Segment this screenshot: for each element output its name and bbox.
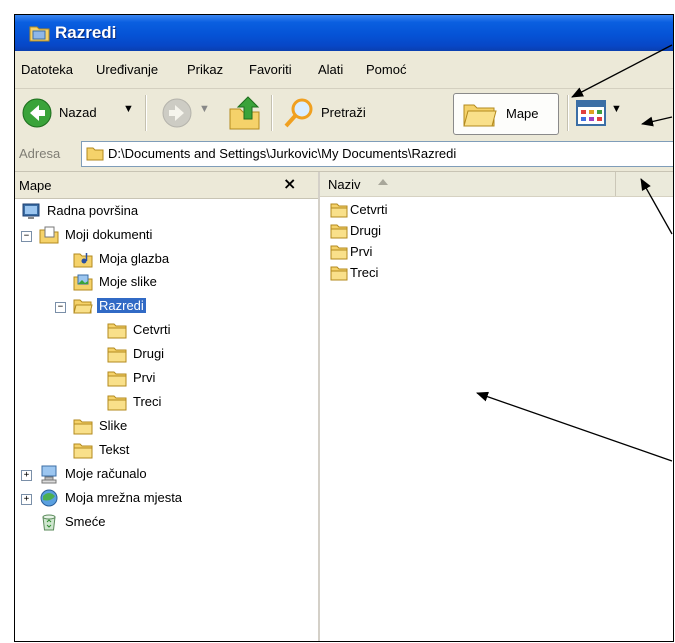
documents-folder-icon — [39, 225, 59, 248]
folders-icon — [462, 99, 498, 133]
folder-icon — [107, 368, 127, 391]
list-item-label: Treci — [350, 265, 379, 280]
toolbar-separator — [567, 95, 569, 131]
title-bar[interactable]: Razredi — [15, 15, 673, 51]
tree-item-label: Moja glazba — [99, 251, 170, 266]
folder-icon — [107, 392, 127, 415]
tree-item-label: Moje slike — [99, 274, 157, 289]
views-dropdown-icon[interactable]: ▼ — [611, 103, 622, 115]
folder-icon — [330, 265, 348, 284]
list-item-label: Prvi — [350, 244, 373, 259]
tree-item-label: Moje računalo — [65, 466, 147, 481]
folder-icon — [330, 202, 348, 221]
folders-label: Mape — [506, 106, 539, 121]
column-header-name[interactable]: Naziv — [320, 172, 616, 196]
back-arrow-icon — [22, 98, 52, 128]
forward-arrow-icon — [162, 98, 192, 128]
toolbar-separator — [271, 95, 273, 131]
folders-pane-header: Mape × — [15, 172, 318, 199]
address-bar: Adresa D:\Documents and Settings\Jurkovi… — [15, 137, 673, 172]
address-path[interactable]: D:\Documents and Settings\Jurkovic\My Do… — [108, 146, 456, 161]
recycle-bin-icon — [39, 512, 59, 535]
address-label: Adresa — [19, 146, 61, 161]
menu-favoriti[interactable]: Favoriti — [249, 62, 292, 77]
music-folder-icon — [73, 249, 93, 272]
tree-item-label: Drugi — [133, 346, 165, 361]
sort-ascending-icon — [378, 179, 388, 185]
folder-icon — [73, 416, 93, 439]
folder-icon — [330, 223, 348, 242]
menu-uredivanje[interactable]: Uređivanje — [96, 62, 158, 77]
search-button[interactable] — [283, 97, 315, 132]
folders-pane-title: Mape — [19, 178, 52, 193]
folder-icon — [107, 320, 127, 343]
folder-icon — [107, 344, 127, 367]
collapse-icon[interactable]: − — [55, 302, 66, 313]
back-label[interactable]: Nazad — [59, 105, 97, 120]
up-folder-button[interactable] — [228, 95, 262, 134]
folders-button[interactable]: Mape — [453, 93, 559, 135]
views-icon — [576, 100, 606, 126]
toolbar: Nazad ▼ ▼ Pretraži Mape ▼ — [15, 89, 673, 138]
open-folder-icon — [73, 296, 93, 319]
back-dropdown-icon[interactable]: ▼ — [123, 103, 134, 115]
desktop-icon — [21, 201, 41, 224]
tree-item-label: Moja mrežna mjesta — [65, 490, 183, 505]
menu-bar: Datoteka Uređivanje Prikaz Favoriti Alat… — [15, 51, 673, 89]
expand-icon[interactable]: + — [21, 470, 32, 481]
network-icon — [39, 488, 59, 511]
views-button[interactable] — [575, 97, 607, 132]
address-field[interactable]: D:\Documents and Settings\Jurkovic\My Do… — [81, 141, 673, 167]
window-title: Razredi — [55, 23, 117, 42]
up-folder-icon — [229, 96, 260, 130]
folder-icon — [29, 24, 51, 42]
computer-icon — [39, 464, 59, 487]
search-label[interactable]: Pretraži — [321, 105, 366, 120]
collapse-icon[interactable]: − — [21, 231, 32, 242]
close-icon[interactable]: × — [283, 174, 296, 193]
column-header-label: Naziv — [328, 177, 361, 192]
list-item-label: Cetvrti — [350, 202, 388, 217]
search-icon — [284, 98, 313, 128]
tree-item-label: Treci — [133, 394, 162, 409]
toolbar-separator — [145, 95, 147, 131]
explorer-window: Razredi Datoteka Uređivanje Prikaz Favor… — [14, 14, 674, 642]
tree-item-label: Cetvrti — [133, 322, 171, 337]
file-list-header: Naziv — [320, 172, 673, 197]
menu-pomoc[interactable]: Pomoć — [366, 62, 406, 77]
folder-icon — [330, 244, 348, 263]
tree-item-label: Razredi — [97, 298, 146, 313]
menu-prikaz[interactable]: Prikaz — [187, 62, 223, 77]
forward-dropdown-icon[interactable]: ▼ — [199, 103, 210, 115]
folder-icon — [73, 440, 93, 463]
folders-pane: Mape × Radna površina − Moji dokumenti M… — [15, 172, 320, 641]
menu-datoteka[interactable]: Datoteka — [21, 62, 73, 77]
tree-item-label: Moji dokumenti — [65, 227, 153, 242]
tree-item-label: Tekst — [99, 442, 130, 457]
expand-icon[interactable]: + — [21, 494, 32, 505]
file-list: Naziv Cetvrti Drugi Prvi Treci — [320, 172, 673, 641]
pictures-folder-icon — [73, 272, 93, 295]
forward-button[interactable] — [161, 97, 193, 132]
tree-item-label: Slike — [99, 418, 128, 433]
tree-item-label: Prvi — [133, 370, 156, 385]
tree-item-label: Radna površina — [47, 203, 139, 218]
menu-alati[interactable]: Alati — [318, 62, 343, 77]
tree-item-label: Smeće — [65, 514, 106, 529]
folder-icon — [86, 146, 104, 165]
back-button[interactable] — [21, 97, 53, 132]
list-item-label: Drugi — [350, 223, 382, 238]
